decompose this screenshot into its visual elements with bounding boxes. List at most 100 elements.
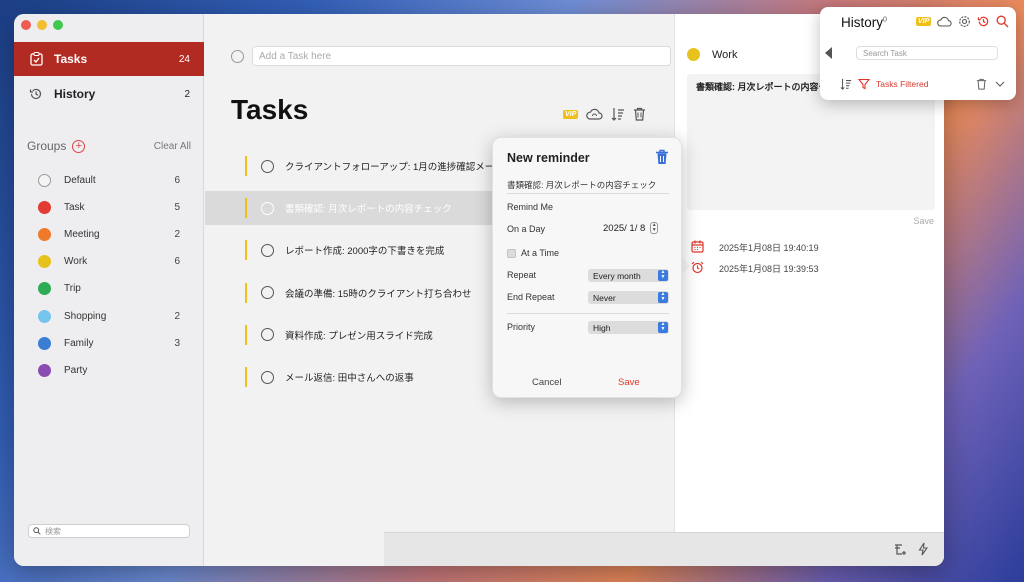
vip-badge[interactable]: VIP <box>916 17 932 26</box>
repeat-select[interactable]: Every month ▲ ▼ <box>588 269 669 282</box>
group-name: Trip <box>64 283 81 295</box>
add-subtask-icon[interactable] <box>894 543 907 556</box>
task-complete-checkbox[interactable] <box>261 370 274 384</box>
end-repeat-select[interactable]: Never ▲ ▼ <box>588 291 669 304</box>
checkbox-box <box>507 248 516 258</box>
log-time: 2025年1月08日 19:40:19 <box>719 242 819 253</box>
add-task-row: Add a Task here <box>231 46 671 66</box>
clear-all-button[interactable]: Clear All <box>154 141 191 152</box>
group-color-dot <box>38 173 51 187</box>
group-count: 2 <box>174 228 180 240</box>
sidebar: Tasks 24 History 2 Groups + Clear All De… <box>14 14 204 566</box>
priority-label: Priority <box>507 322 536 332</box>
bottom-bar <box>384 532 944 566</box>
priority-bar <box>245 156 247 176</box>
priority-select[interactable]: High ▲ ▼ <box>588 321 669 334</box>
zoom-window-button[interactable] <box>53 20 63 30</box>
chevron-updown-icon: ▲ ▼ <box>658 292 668 303</box>
cloud-sync-icon[interactable] <box>586 108 603 121</box>
sidebar-search-placeholder: 検索 <box>45 526 61 536</box>
divider <box>507 313 669 314</box>
tasks-filtered-label[interactable]: Tasks Filtered <box>876 79 928 89</box>
date-picker[interactable]: 2025/ 1/ 8 ▲ ▼ <box>603 222 659 234</box>
sidebar-group-work[interactable]: Work 6 <box>38 253 180 271</box>
trash-icon[interactable] <box>633 107 646 121</box>
priority-bar <box>245 282 247 303</box>
sidebar-item-count: 24 <box>178 53 190 65</box>
add-task-checkbox[interactable] <box>231 49 244 63</box>
filter-icon[interactable] <box>858 78 870 90</box>
history-icon <box>28 86 44 102</box>
add-group-icon[interactable]: + <box>72 139 86 153</box>
search-icon[interactable] <box>996 15 1009 28</box>
note-save-button[interactable]: Save <box>913 216 934 226</box>
group-name: Meeting <box>64 228 100 240</box>
new-reminder-popover: New reminder 書類確認: 月次レポートの内容チェック Remind … <box>492 137 682 398</box>
cancel-button[interactable]: Cancel <box>532 377 562 388</box>
sort-icon[interactable] <box>840 78 852 90</box>
minimize-window-button[interactable] <box>37 20 47 30</box>
detail-group[interactable]: Work <box>687 48 737 61</box>
group-name: Work <box>64 256 88 268</box>
group-name: Party <box>64 364 88 376</box>
sidebar-group-party[interactable]: Party <box>38 361 180 379</box>
on-a-day-label: On a Day <box>507 224 546 234</box>
history-log-entry: 2025年1月08日 19:40:19 <box>691 240 819 254</box>
cloud-sync-icon[interactable] <box>937 16 952 28</box>
group-color-dot <box>687 48 700 61</box>
history-icon[interactable] <box>977 15 990 28</box>
history-panel: History0 VIP Search Task Tasks Filtered <box>820 7 1016 100</box>
history-search-placeholder: Search Task <box>863 48 907 58</box>
back-arrow-icon[interactable] <box>825 47 832 59</box>
task-toolbar: VIP <box>563 107 646 121</box>
lightning-icon[interactable] <box>918 542 928 556</box>
add-task-input[interactable]: Add a Task here <box>252 46 671 66</box>
sidebar-item-tasks[interactable]: Tasks 24 <box>14 42 204 76</box>
chevron-down-icon[interactable] <box>995 80 1005 88</box>
repeat-label: Repeat <box>507 270 537 280</box>
close-window-button[interactable] <box>21 20 31 30</box>
group-name: Default <box>64 174 96 186</box>
gear-icon[interactable] <box>958 15 971 28</box>
groups-header: Groups + Clear All <box>27 139 191 153</box>
alarm-icon <box>691 261 705 275</box>
popover-arrow <box>681 257 690 275</box>
group-name: Family <box>64 337 94 349</box>
history-title: History0 <box>841 15 887 30</box>
trash-icon[interactable] <box>976 78 987 90</box>
page-title: Tasks <box>231 94 309 125</box>
sidebar-group-task[interactable]: Task 5 <box>38 198 180 216</box>
delete-reminder-icon[interactable] <box>655 149 669 165</box>
task-title: 資料作成: プレゼン用スライド完成 <box>285 330 433 342</box>
divider <box>507 193 669 194</box>
task-complete-checkbox[interactable] <box>261 243 274 257</box>
remind-me-label: Remind Me <box>507 202 554 212</box>
save-button[interactable]: Save <box>618 377 640 388</box>
priority-bar <box>245 198 247 219</box>
sidebar-group-default[interactable]: Default 6 <box>38 171 180 189</box>
sidebar-item-history[interactable]: History 2 <box>14 77 204 111</box>
task-complete-checkbox[interactable] <box>261 201 274 215</box>
at-a-time-checkbox[interactable]: At a Time <box>507 248 559 258</box>
sidebar-group-trip[interactable]: Trip <box>38 280 180 298</box>
group-color-dot <box>38 336 51 350</box>
add-task-placeholder: Add a Task here <box>259 50 332 62</box>
task-complete-checkbox[interactable] <box>261 159 274 173</box>
chevron-updown-icon: ▲ ▼ <box>658 270 668 281</box>
vip-badge[interactable]: VIP <box>563 109 579 119</box>
sidebar-group-meeting[interactable]: Meeting 2 <box>38 225 180 243</box>
task-title: 会議の準備: 15時のクライアント打ち合わせ <box>285 288 472 300</box>
date-stepper[interactable]: ▲ ▼ <box>650 222 659 234</box>
task-complete-checkbox[interactable] <box>261 286 274 300</box>
task-complete-checkbox[interactable] <box>261 328 274 342</box>
history-title-text: History <box>841 15 884 30</box>
history-search-input[interactable]: Search Task <box>856 46 998 60</box>
task-title: メール返信: 田中さんへの返事 <box>285 373 414 384</box>
sidebar-group-family[interactable]: Family 3 <box>38 334 180 352</box>
date-value: 2025/ 1/ 8 <box>603 222 646 234</box>
sidebar-search-input[interactable]: 検索 <box>28 524 190 538</box>
sidebar-group-shopping[interactable]: Shopping 2 <box>38 307 180 325</box>
group-color-dot <box>38 200 51 214</box>
sidebar-item-label: Tasks <box>54 52 88 66</box>
sort-icon[interactable] <box>611 107 625 121</box>
